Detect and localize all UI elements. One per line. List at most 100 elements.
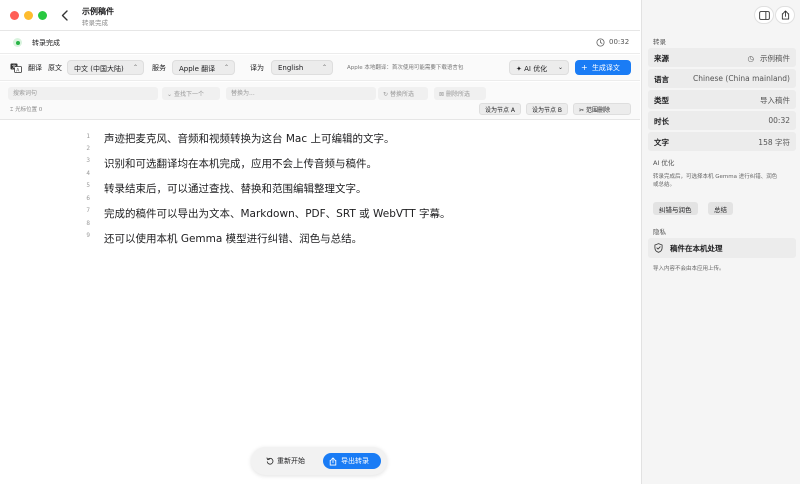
transcript-line: 还可以使用本机 Gemma 模型进行纠错、润色与总结。 <box>104 233 363 245</box>
info-key: 时长 <box>654 117 669 126</box>
ai-optimize-label: AI 优化 <box>524 65 548 73</box>
source-language-value: 中文 (中国大陆) <box>74 65 124 73</box>
service-select[interactable]: Apple 翻译 ⌃ <box>172 60 235 75</box>
restart-button[interactable]: 重新开始 <box>261 453 310 469</box>
range-delete-button[interactable]: ✂ 范围删除 <box>573 103 631 115</box>
transcript-editor[interactable]: 1 2 3 4 5 6 7 8 9 声迹把麦克风、音频和视频转换为这台 Mac … <box>0 121 640 484</box>
summary-button[interactable]: 总结 <box>708 202 733 215</box>
find-next-button[interactable]: ⌄ 查找下一个 <box>162 87 220 100</box>
service-value: Apple 翻译 <box>179 65 216 73</box>
replace-selected-label: 替换所选 <box>389 91 414 98</box>
scissors-icon: ✂ <box>579 107 585 114</box>
replace-input[interactable] <box>226 87 376 100</box>
line-number: 2 <box>86 145 90 152</box>
line-number: 7 <box>86 207 90 214</box>
back-button[interactable] <box>58 8 70 22</box>
export-transcript-button[interactable]: 导出转录 <box>323 453 381 469</box>
info-value: 导入稿件 <box>760 96 790 105</box>
chevron-updown-icon: ⌃ <box>321 64 327 71</box>
shield-check-icon <box>654 243 663 253</box>
history-icon: ◷ <box>747 54 754 63</box>
line-number: 6 <box>86 195 90 202</box>
sidebar-icon <box>758 10 770 20</box>
replace-icon: ↻ <box>383 91 389 98</box>
transcript-line: 完成的稿件可以导出为文本、Markdown、PDF、SRT 或 WebVTT 字… <box>104 208 451 220</box>
line-number: 4 <box>86 170 90 177</box>
section-ai: AI 优化 <box>653 159 675 167</box>
line-number: 9 <box>86 232 90 239</box>
plus-icon: + <box>581 63 588 72</box>
info-key: 来源 <box>654 54 669 63</box>
ai-optimize-button[interactable]: ✦ AI 优化 ⌄ <box>509 60 569 75</box>
info-value: 00:32 <box>768 116 790 125</box>
share-icon <box>781 10 789 20</box>
translate-toolbar: 文A 翻译 原文 中文 (中国大陆) ⌃ 服务 Apple 翻译 ⌃ 译为 En… <box>0 55 640 81</box>
privacy-title: 稿件在本机处理 <box>670 244 723 253</box>
search-input[interactable] <box>8 87 158 100</box>
replace-selected-button[interactable]: ↻ 替换所选 <box>378 87 428 100</box>
bottom-action-bar: 重新开始 导出转录 <box>251 447 387 475</box>
info-row-type: 类型 导入稿件 <box>648 90 796 109</box>
elapsed-time: 00:32 <box>609 38 630 46</box>
close-window-button[interactable] <box>10 11 19 20</box>
title-bar: 示例稿件 转录完成 <box>0 0 640 31</box>
line-number: 1 <box>86 133 90 140</box>
chevron-updown-icon: ⌃ <box>223 64 229 71</box>
info-value: ◷ 示例稿件 <box>747 54 790 63</box>
status-row: 转录完成 00:32 <box>0 32 640 54</box>
toggle-sidebar-button[interactable] <box>754 6 774 24</box>
info-row-source: 来源 ◷ 示例稿件 <box>648 48 796 67</box>
target-label: 译为 <box>250 64 264 72</box>
generate-translation-button[interactable]: + 生成译文 <box>575 60 631 75</box>
status-text: 转录完成 <box>32 39 60 47</box>
line-number: 5 <box>86 182 90 189</box>
range-delete-label: 范围删除 <box>585 107 610 114</box>
cursor-icon: ⌶ <box>10 107 14 113</box>
cursor-position-text: 光标位置 0 <box>15 107 43 113</box>
clock-icon <box>596 38 605 47</box>
translate-label: 翻译 <box>28 64 42 72</box>
transcript-line: 转录结束后，可以通过查找、替换和范围编辑整理文字。 <box>104 183 367 195</box>
delete-icon: ⊠ <box>439 91 445 98</box>
delete-selected-button[interactable]: ⊠ 删除所选 <box>434 87 486 100</box>
generate-translation-label: 生成译文 <box>591 64 620 72</box>
chevron-left-icon <box>61 9 68 21</box>
sparkle-icon: ✦ <box>516 65 522 73</box>
restart-icon <box>266 457 274 465</box>
chevron-down-icon: ⌄ <box>167 91 173 98</box>
info-key: 文字 <box>654 138 669 147</box>
info-key: 类型 <box>654 96 669 105</box>
status-ok-icon <box>13 38 22 47</box>
info-value: Chinese (China mainland) <box>693 74 790 83</box>
translate-icon: 文A <box>10 63 22 73</box>
zoom-window-button[interactable] <box>38 11 47 20</box>
target-language-select[interactable]: English ⌃ <box>271 60 333 75</box>
section-privacy: 隐私 <box>653 228 666 236</box>
export-transcript-label: 导出转录 <box>341 457 369 465</box>
source-language-select[interactable]: 中文 (中国大陆) ⌃ <box>67 60 144 75</box>
section-transcription: 转录 <box>653 38 666 46</box>
target-language-value: English <box>278 64 304 72</box>
restart-label: 重新开始 <box>277 457 305 465</box>
window-subtitle: 转录完成 <box>82 19 108 27</box>
window-title: 示例稿件 <box>82 7 114 16</box>
translate-note: Apple 本地翻译：首次使用可能需要下载语言包 <box>347 65 464 71</box>
ai-description-line2: 或总结。 <box>653 182 676 188</box>
share-button[interactable] <box>775 6 795 24</box>
set-node-a-button[interactable]: 设为节点 A <box>479 103 522 115</box>
fix-polish-button[interactable]: 纠错与润色 <box>653 202 698 215</box>
privacy-description: 导入内容不会由本应用上传。 <box>653 266 725 272</box>
share-icon <box>329 456 337 466</box>
inspector-sidebar: 转录 来源 ◷ 示例稿件 语言 Chinese (China mainland) … <box>641 0 800 484</box>
set-node-b-button[interactable]: 设为节点 B <box>526 103 569 115</box>
info-row-duration: 时长 00:32 <box>648 111 796 130</box>
chevron-updown-icon: ⌃ <box>132 64 138 71</box>
transcript-line: 声迹把麦克风、音频和视频转换为这台 Mac 上可编辑的文字。 <box>104 133 395 145</box>
info-row-language: 语言 Chinese (China mainland) <box>648 69 796 88</box>
service-label: 服务 <box>152 64 166 72</box>
info-value: 158 字符 <box>758 138 790 147</box>
source-label: 原文 <box>48 64 62 72</box>
minimize-window-button[interactable] <box>24 11 33 20</box>
search-toolbar: ⌄ 查找下一个 ↻ 替换所选 ⊠ 删除所选 ⌶ 光标位置 0 设为节点 A 设为… <box>0 82 640 120</box>
line-number: 3 <box>86 157 90 164</box>
